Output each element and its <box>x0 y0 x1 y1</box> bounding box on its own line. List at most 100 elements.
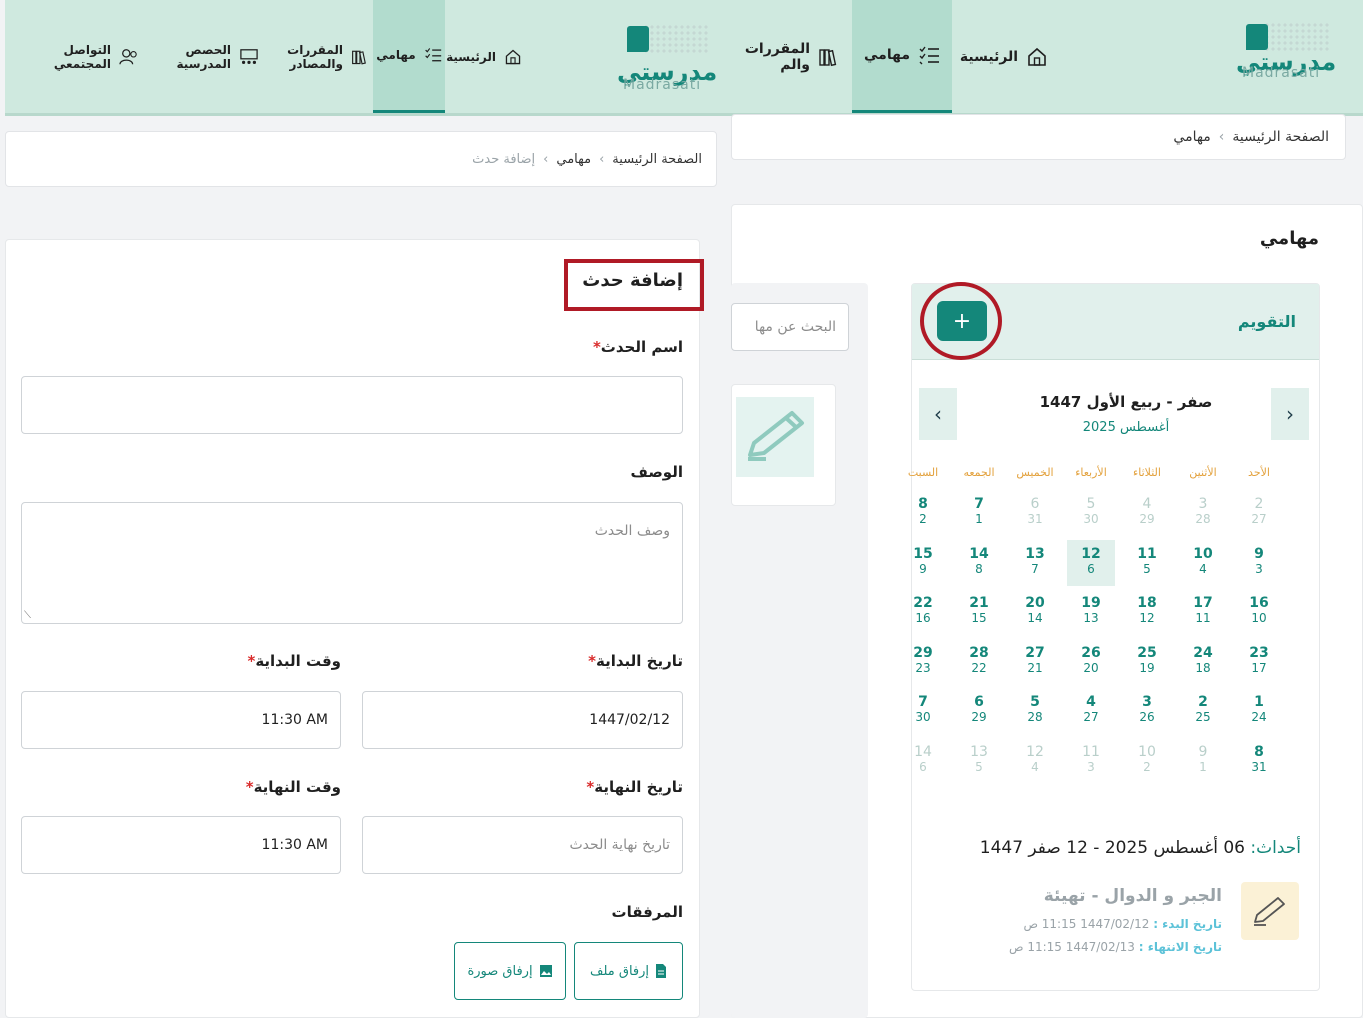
calendar-day[interactable]: 5 30 <box>1067 490 1115 536</box>
required-mark: * <box>588 652 596 670</box>
nav-my-tasks-label: مهامي <box>376 48 416 62</box>
breadcrumb-tasks[interactable]: مهامي <box>556 152 591 167</box>
weekday-label: السبت <box>907 466 939 479</box>
end-date-label-text: تاريخ النهاية <box>594 778 683 796</box>
calendar-day-gregorian: 28 <box>1195 512 1211 526</box>
checklist-icon <box>424 48 441 62</box>
calendar-day[interactable]: 11 3 <box>1067 738 1115 784</box>
calendar-day[interactable]: 24 18 <box>1179 639 1227 685</box>
logo-english: Madrasati <box>1242 65 1321 81</box>
calendar-day[interactable]: 13 5 <box>955 738 1003 784</box>
calendar-day[interactable]: 21 15 <box>955 589 1003 635</box>
start-date-label-text: تاريخ البداية <box>596 652 683 670</box>
start-time-label-text: وقت البداية <box>255 652 341 670</box>
calendar-day[interactable]: 28 22 <box>955 639 1003 685</box>
calendar-day[interactable]: 8 31 <box>1235 738 1283 784</box>
calendar-day[interactable]: 17 11 <box>1179 589 1227 635</box>
calendar-day-gregorian: 15 <box>971 611 987 625</box>
calendar-day[interactable]: 3 26 <box>1123 688 1171 734</box>
nav-home[interactable]: الرئيسية <box>959 0 1049 113</box>
add-button-highlight <box>920 282 1002 360</box>
breadcrumb-home[interactable]: الصفحة الرئيسية <box>612 152 702 167</box>
breadcrumb-home[interactable]: الصفحة الرئيسية <box>1232 129 1329 145</box>
calendar-day[interactable]: 14 8 <box>955 540 1003 586</box>
calendar-day[interactable]: 3 28 <box>1179 490 1227 536</box>
madrasati-logo[interactable]: مدرستي Madrasati <box>1236 22 1341 82</box>
event-name-input[interactable] <box>21 376 683 434</box>
nav-home-label: الرئيسية <box>959 48 1019 65</box>
calendar-day-hijri: 9 <box>1254 545 1264 562</box>
calendar-day[interactable]: 14 6 <box>899 738 947 784</box>
nav-classes[interactable]: الحصص المدرسية <box>147 0 259 113</box>
weekday-label: الأربعاء <box>1075 466 1107 479</box>
calendar-day[interactable]: 20 14 <box>1011 589 1059 635</box>
nav-courses[interactable]: المقررات والمصادر <box>263 0 369 113</box>
event-end: تاريخ الانتهاء : 1447/02/13 11:15 ص <box>986 940 1222 954</box>
calendar-next-button[interactable]: › <box>1271 388 1309 440</box>
nav-community[interactable]: التواصل المجتمعي <box>5 0 143 113</box>
madrasati-logo[interactable]: مدرستي Madrasati <box>617 24 717 96</box>
calendar-day[interactable]: 25 19 <box>1123 639 1171 685</box>
calendar-day[interactable]: 11 5 <box>1123 540 1171 586</box>
calendar-day[interactable]: 2 25 <box>1179 688 1227 734</box>
calendar-day[interactable]: 10 2 <box>1123 738 1171 784</box>
calendar-day-hijri: 5 <box>1030 694 1040 710</box>
events-date: 06 أغسطس 2025 - 12 صفر 1447 <box>979 838 1245 858</box>
calendar-day[interactable]: 5 28 <box>1011 688 1059 734</box>
attach-image-button[interactable]: إرفاق صورة <box>454 942 566 1000</box>
end-date-label: تاريخ النهاية* <box>475 778 683 796</box>
calendar-day-gregorian: 2 <box>1143 759 1151 774</box>
calendar-day-gregorian: 21 <box>1027 660 1043 675</box>
attach-file-button[interactable]: إرفاق ملف <box>574 942 683 1000</box>
description-label: الوصف <box>630 463 683 481</box>
calendar-day[interactable]: 19 13 <box>1067 589 1115 635</box>
calendar-day[interactable]: 93 <box>1235 540 1283 586</box>
calendar-day[interactable]: 26 20 <box>1067 639 1115 685</box>
calendar-day[interactable]: 7 30 <box>899 688 947 734</box>
calendar-day[interactable]: 10 4 <box>1179 540 1227 586</box>
task-card[interactable] <box>731 384 836 506</box>
calendar-prev-button[interactable]: ‹ <box>919 388 957 440</box>
home-icon <box>1028 47 1046 66</box>
description-textarea[interactable]: وصف الحدث ⟋ <box>21 502 683 624</box>
nav-courses[interactable]: المقررات والم <box>731 0 846 113</box>
calendar-day[interactable]: 27 21 <box>1011 639 1059 685</box>
calendar-day[interactable]: 16 10 <box>1235 589 1283 635</box>
calendar-day[interactable]: 6 29 <box>955 688 1003 734</box>
calendar-day[interactable]: 22 16 <box>899 589 947 635</box>
calendar-day-gregorian: 5 <box>1143 561 1151 576</box>
start-time-input[interactable]: 11:30 AM <box>21 691 341 749</box>
event-title[interactable]: الجبر و الدوال - تهيئة <box>986 886 1222 906</box>
calendar-day[interactable]: 18 12 <box>1123 589 1171 635</box>
calendar-day-gregorian: 9 <box>919 561 927 576</box>
start-date-input[interactable]: 1447/02/12 <box>362 691 683 749</box>
calendar-day[interactable]: 124 <box>1011 738 1059 784</box>
resize-handle-icon[interactable]: ⟋ <box>24 610 31 621</box>
calendar-day[interactable]: 29 23 <box>899 639 947 685</box>
calendar-day[interactable]: 71 <box>955 490 1003 536</box>
end-time-input[interactable]: 11:30 AM <box>21 816 341 874</box>
calendar-title: التقويم <box>1237 312 1296 331</box>
nav-my-tasks[interactable]: مهامي <box>852 0 952 113</box>
calendar-day-gregorian: 29 <box>971 710 987 724</box>
calendar-day[interactable]: 4 29 <box>1123 490 1171 536</box>
calendar-day[interactable]: 2 27 <box>1235 490 1283 536</box>
calendar-day[interactable]: 13 7 <box>1011 540 1059 586</box>
calendar-day-gregorian: 8 <box>975 561 983 576</box>
nav-courses-label: المقررات والمصادر <box>287 42 343 71</box>
calendar-day[interactable]: 124 <box>1235 688 1283 734</box>
calendar-day[interactable]: 4 27 <box>1067 688 1115 734</box>
event-name-label: اسم الحدث* <box>475 338 683 356</box>
calendar-day[interactable]: 6 31 <box>1011 490 1059 536</box>
calendar-day[interactable]: 12 6 <box>1067 539 1115 586</box>
task-search-input[interactable]: البحث عن مها <box>731 303 849 351</box>
nav-my-tasks[interactable]: مهامي <box>373 0 445 113</box>
home-icon <box>505 49 521 64</box>
nav-home[interactable]: الرئيسية <box>446 0 521 113</box>
calendar-day[interactable]: 23 17 <box>1235 639 1283 685</box>
end-date-input[interactable]: تاريخ نهاية الحدث <box>362 816 683 874</box>
calendar-day[interactable]: 91 <box>1179 738 1227 784</box>
attachments-label: المرفقات <box>611 903 683 921</box>
calendar-day[interactable]: 15 9 <box>899 540 947 586</box>
calendar-day[interactable]: 82 <box>899 490 947 536</box>
